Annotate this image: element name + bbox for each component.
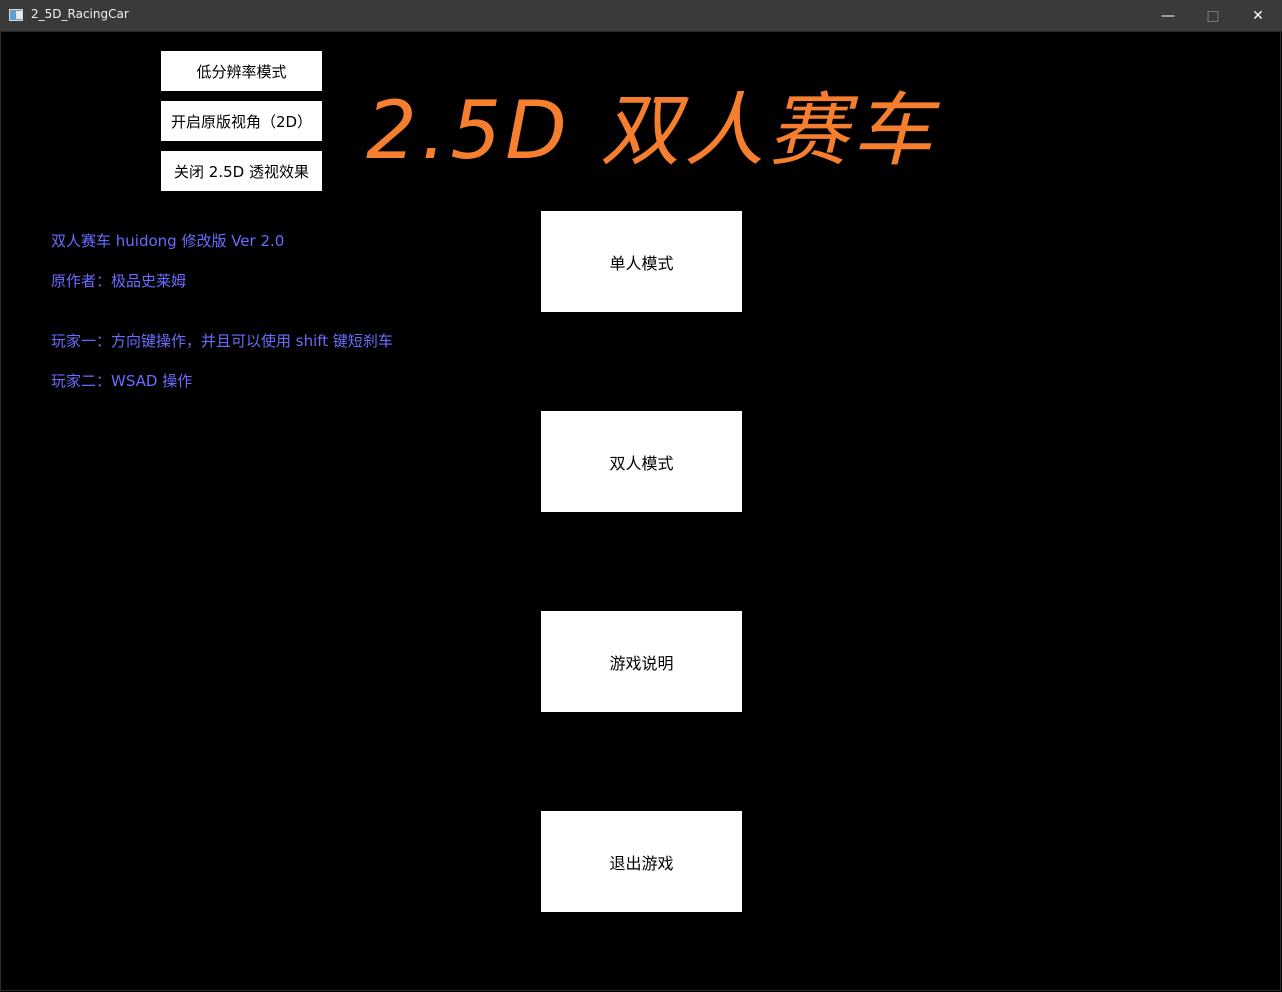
close-icon[interactable]: ✕	[1235, 0, 1281, 31]
author-info: 原作者：极品史莱姆	[51, 272, 187, 290]
player2-controls: 玩家二：WSAD 操作	[51, 372, 193, 390]
window-titlebar: 2_5D_RacingCar — □ ✕	[0, 0, 1282, 32]
window-title: 2_5D_RacingCar	[31, 7, 129, 21]
original-view-button[interactable]: 开启原版视角（2D）	[161, 101, 322, 141]
exit-game-button[interactable]: 退出游戏	[541, 811, 742, 912]
player1-controls: 玩家一：方向键操作，并且可以使用 shift 键短刹车	[51, 332, 393, 350]
game-title: 2.5D 双人赛车	[366, 84, 937, 177]
disable-perspective-button[interactable]: 关闭 2.5D 透视效果	[161, 151, 322, 191]
app-icon	[9, 9, 23, 21]
low-resolution-button[interactable]: 低分辨率模式	[161, 51, 322, 91]
minimize-icon[interactable]: —	[1145, 0, 1191, 31]
game-help-button[interactable]: 游戏说明	[541, 611, 742, 712]
maximize-icon[interactable]: □	[1190, 0, 1236, 31]
version-info: 双人赛车 huidong 修改版 Ver 2.0	[51, 232, 285, 250]
two-player-button[interactable]: 双人模式	[541, 411, 742, 512]
single-player-button[interactable]: 单人模式	[541, 211, 742, 312]
